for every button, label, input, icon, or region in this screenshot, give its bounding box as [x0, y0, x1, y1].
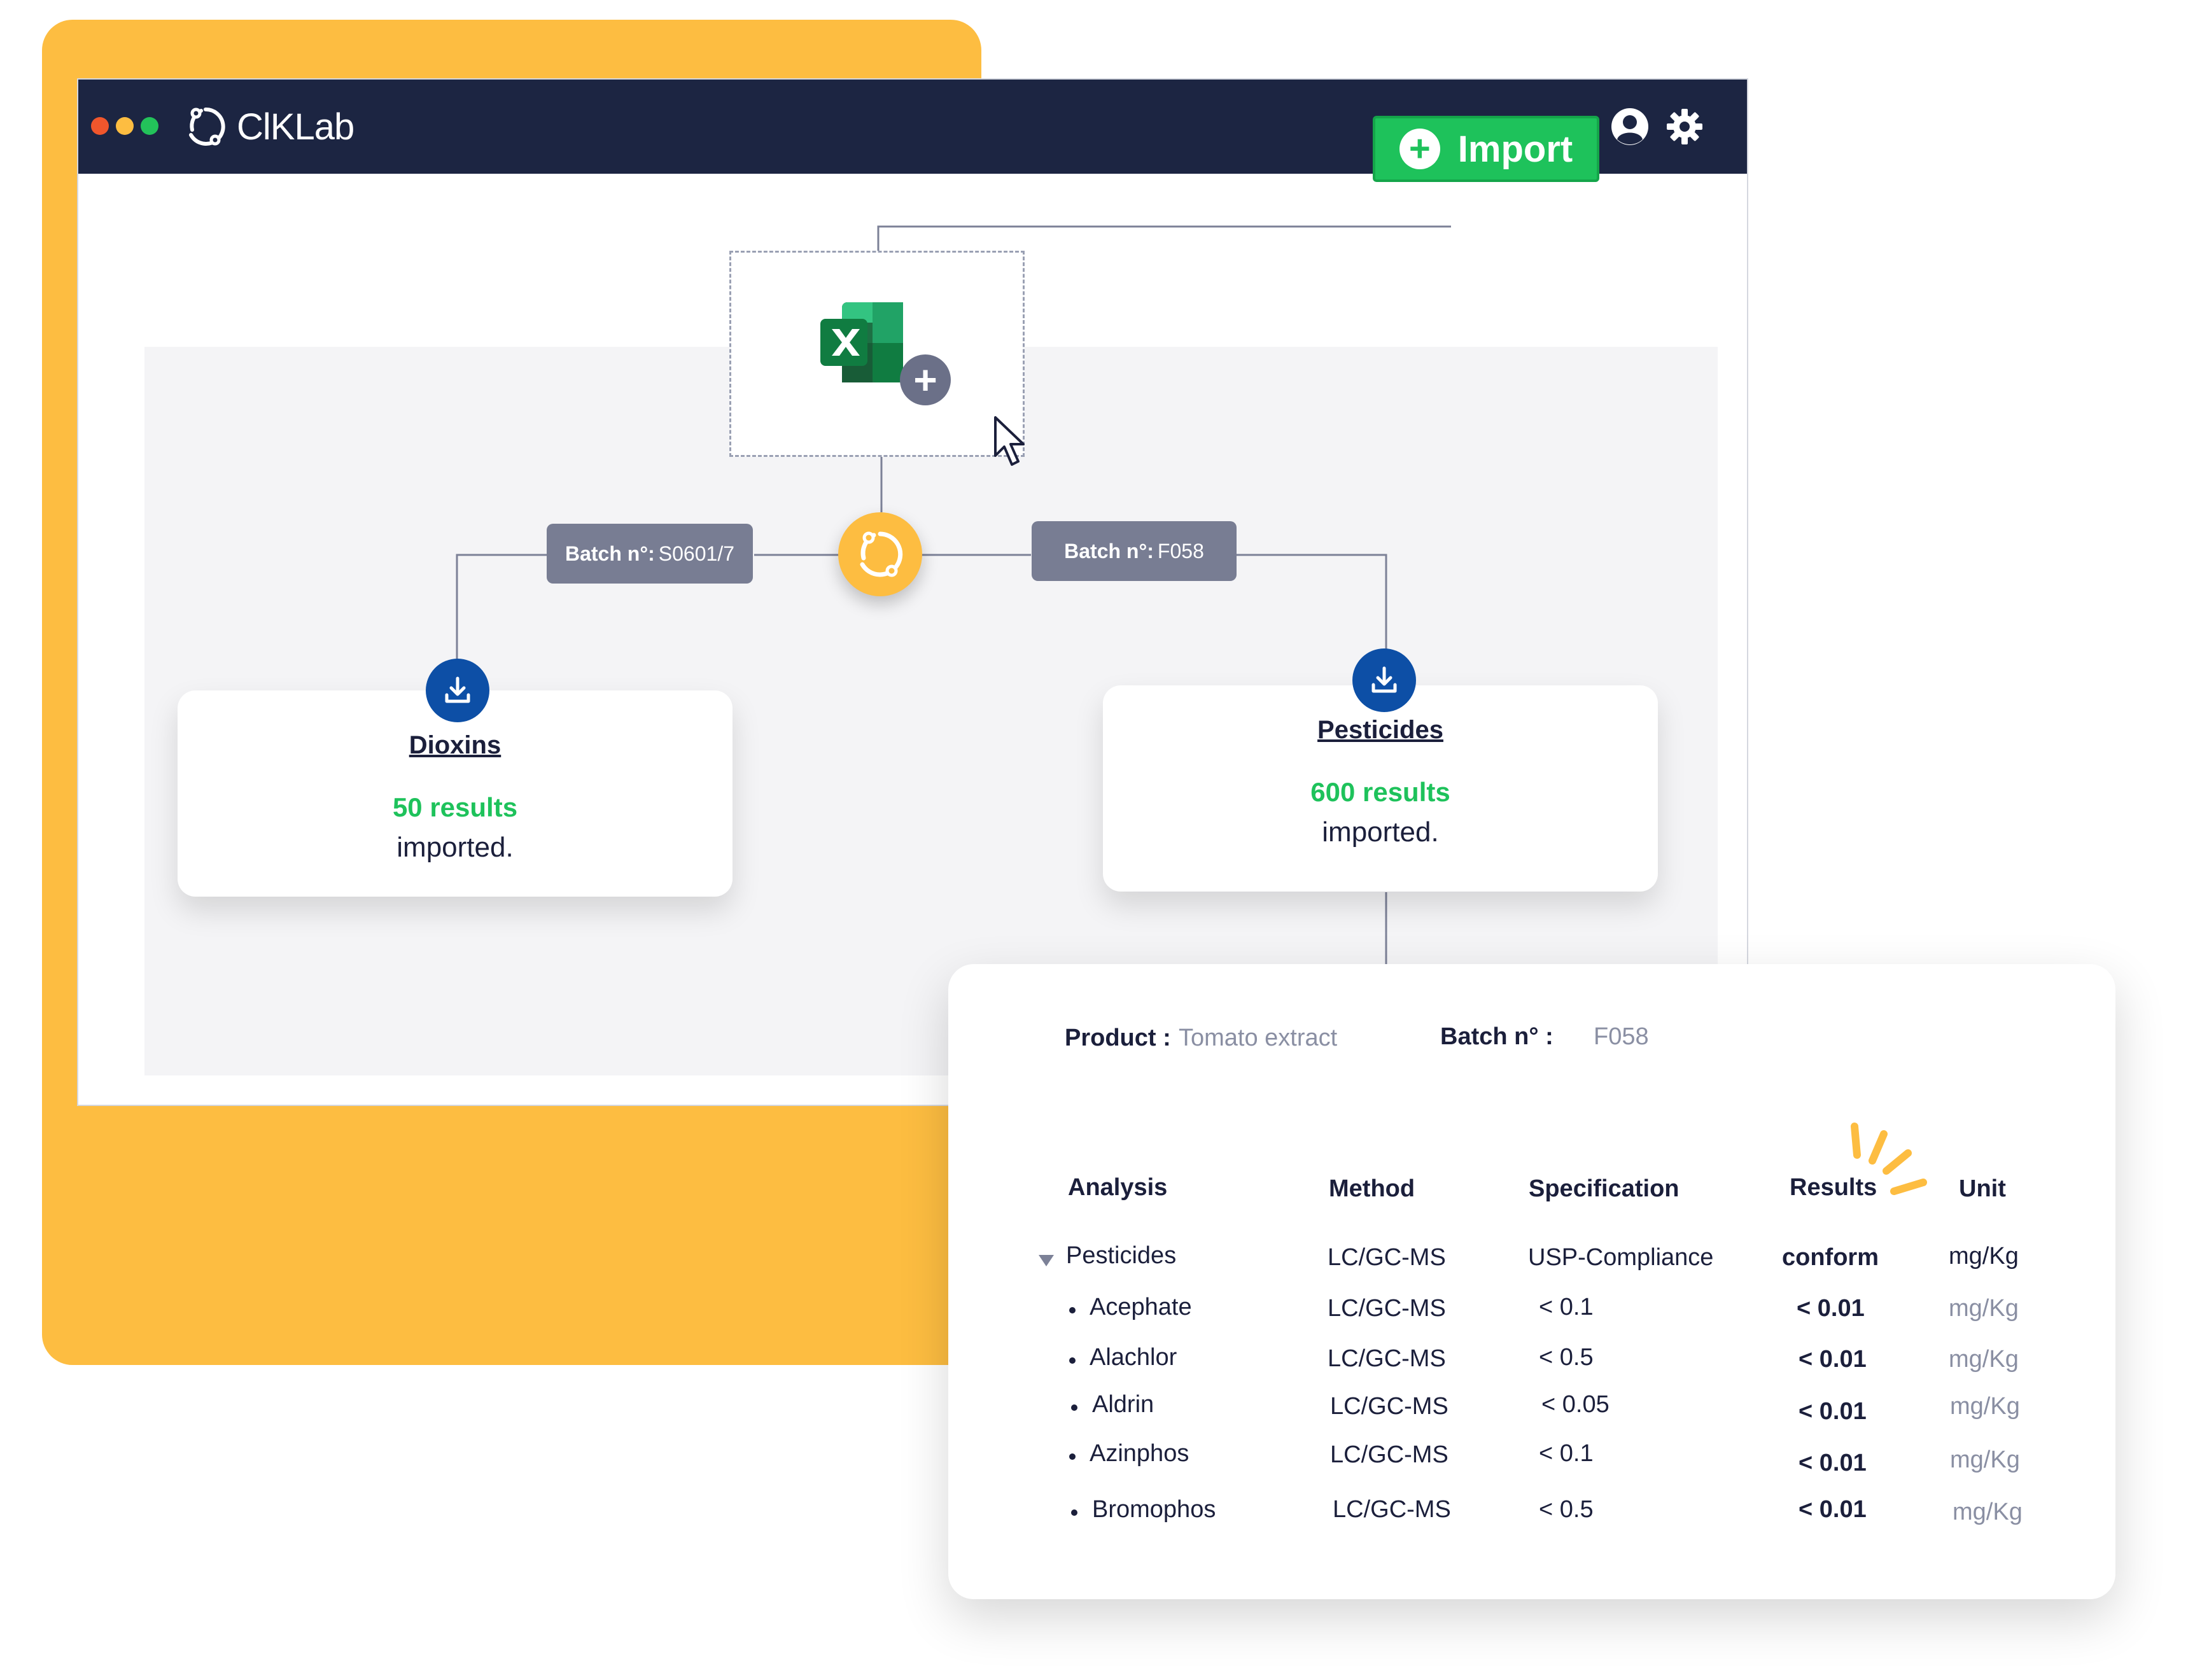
batch-label: Batch n° : — [1440, 1023, 1553, 1050]
product-value: Tomato extract — [1179, 1025, 1338, 1051]
file-drop-zone[interactable]: + — [729, 251, 1025, 457]
col-specification: Specification — [1529, 1175, 1680, 1202]
analysis-cell: Azinphos — [1090, 1440, 1189, 1467]
spec-cell: < 0.1 — [1539, 1440, 1594, 1467]
spec-cell: < 0.5 — [1539, 1344, 1594, 1371]
unit-cell: mg/Kg — [1953, 1499, 2023, 1525]
method-cell: LC/GC-MS — [1328, 1244, 1446, 1271]
import-button[interactable]: + Import — [1373, 116, 1599, 182]
unit-cell: mg/Kg — [1949, 1243, 2019, 1270]
spec-cell: < 0.5 — [1539, 1496, 1594, 1523]
batch-tag-left-value: S0601/7 — [658, 542, 734, 565]
dioxins-title[interactable]: Dioxins — [178, 731, 733, 760]
result-cell: < 0.01 — [1797, 1295, 1865, 1322]
spec-cell: < 0.05 — [1541, 1391, 1609, 1418]
spec-cell: < 0.1 — [1539, 1294, 1594, 1320]
spec-cell: USP-Compliance — [1528, 1244, 1714, 1271]
method-cell: LC/GC-MS — [1333, 1496, 1451, 1523]
analysis-cell[interactable]: Pesticides — [1066, 1242, 1176, 1270]
batch-tag-right-value: F058 — [1157, 539, 1204, 563]
batch-tag-left[interactable]: Batch n°: S0601/7 — [547, 524, 753, 584]
sparkle-icon — [1851, 1123, 1927, 1195]
result-cell: < 0.01 — [1799, 1398, 1867, 1425]
excel-icon — [820, 302, 903, 382]
import-label: Import — [1457, 128, 1573, 170]
pointer-cursor-icon — [994, 416, 1025, 466]
analysis-cell: Aldrin — [1092, 1391, 1154, 1418]
triangle-down-icon[interactable] — [1039, 1255, 1054, 1266]
pesticides-card[interactable]: Pesticides 600 results imported. — [1103, 685, 1658, 892]
results-detail-card: Product : Tomato extract Batch n° : F058… — [948, 964, 2115, 1599]
pesticides-note: imported. — [1322, 816, 1439, 848]
analysis-cell: Acephate — [1090, 1294, 1192, 1320]
method-cell: LC/GC-MS — [1330, 1393, 1448, 1420]
plus-icon: + — [1399, 129, 1440, 169]
bullet-icon — [1071, 1509, 1077, 1516]
result-cell: conform — [1782, 1244, 1879, 1271]
batch-tag-right[interactable]: Batch n°: F058 — [1032, 521, 1237, 581]
result-cell: < 0.01 — [1799, 1346, 1867, 1373]
batch-tag-left-label: Batch n°: — [565, 542, 655, 565]
method-cell: LC/GC-MS — [1328, 1345, 1446, 1372]
dioxins-note: imported. — [396, 832, 514, 863]
result-cell: < 0.01 — [1799, 1450, 1867, 1476]
bullet-icon — [1069, 1357, 1076, 1364]
pesticides-download-button[interactable] — [1352, 648, 1416, 712]
dioxins-count: 50 results — [392, 792, 518, 822]
col-unit: Unit — [1959, 1175, 2006, 1202]
unit-cell: mg/Kg — [1950, 1393, 2020, 1420]
unit-cell: mg/Kg — [1950, 1446, 2020, 1473]
bullet-icon — [1071, 1404, 1077, 1411]
plus-circle-icon[interactable]: + — [900, 354, 951, 405]
batch-tag-right-label: Batch n°: — [1064, 539, 1154, 563]
pesticides-count: 600 results — [1310, 777, 1450, 807]
bullet-icon — [1069, 1307, 1076, 1313]
col-analysis: Analysis — [1068, 1174, 1168, 1201]
dioxins-download-button[interactable] — [426, 659, 489, 722]
method-cell: LC/GC-MS — [1330, 1441, 1448, 1468]
method-cell: LC/GC-MS — [1328, 1295, 1446, 1322]
batch-value: F058 — [1594, 1023, 1649, 1050]
pesticides-title[interactable]: Pesticides — [1103, 716, 1658, 745]
col-method: Method — [1329, 1175, 1415, 1202]
analysis-cell: Alachlor — [1090, 1344, 1177, 1371]
product-label: Product : — [1065, 1025, 1171, 1051]
result-cell: < 0.01 — [1799, 1496, 1867, 1523]
bullet-icon — [1069, 1453, 1076, 1460]
download-icon — [445, 676, 470, 703]
unit-cell: mg/Kg — [1949, 1346, 2019, 1373]
download-icon — [1371, 666, 1397, 693]
unit-cell: mg/Kg — [1949, 1295, 2019, 1322]
analysis-cell: Bromophos — [1092, 1496, 1216, 1523]
sync-hub[interactable] — [838, 512, 922, 596]
sync-icon — [860, 531, 903, 577]
